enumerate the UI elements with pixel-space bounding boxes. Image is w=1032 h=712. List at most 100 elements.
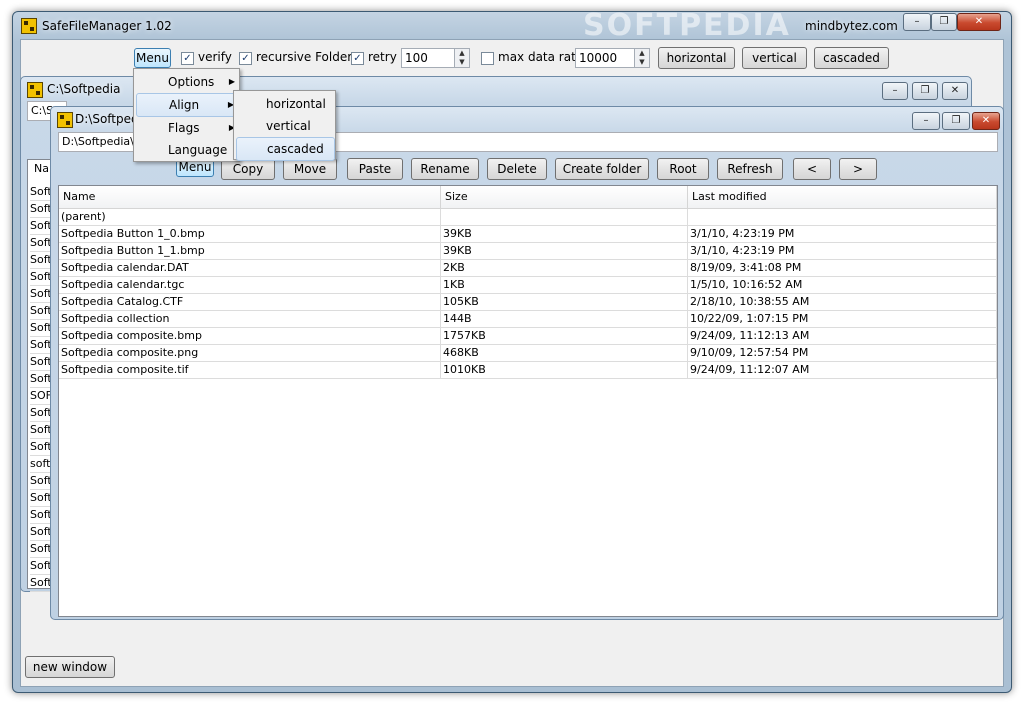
file-modified-cell: 1/5/10, 10:16:52 AM [688,277,997,293]
main-menu-button[interactable]: Menu [134,48,171,68]
retry-checkbox[interactable]: ✓ [351,52,364,65]
new-window-button[interactable]: new window [25,656,115,678]
max-data-rate-label: max data rate [498,50,584,64]
file-row[interactable]: Softpedia Button 1_1.bmp 39KB 3/1/10, 4:23… [59,243,997,260]
file-name-cell: Softpedia Catalog.CTF [59,294,441,310]
recursive-folders-label: recursive Folders [256,50,359,64]
window-c-icon [27,82,43,98]
rename-button[interactable]: Rename [411,158,479,180]
main-menu-items: Options ▶ Align ▶ Flags ▶ Language [136,71,239,161]
file-modified-cell: 10/22/09, 1:07:15 PM [688,311,997,327]
refresh-button[interactable]: Refresh [717,158,783,180]
menu-item-language[interactable]: Language [136,139,239,161]
file-name-cell: Softpedia composite.bmp [59,328,441,344]
menu-item-label: Language [168,143,228,157]
file-name-cell: Softpedia composite.png [59,345,441,361]
minimize-button[interactable]: – [903,13,931,31]
close-button[interactable]: ✕ [957,13,1001,31]
file-modified-cell: 3/1/10, 4:23:19 PM [688,243,997,259]
align-cascaded-button[interactable]: cascaded [814,47,889,69]
file-row[interactable]: Softpedia composite.bmp 1757KB 9/24/09, 11… [59,328,997,345]
menu-item-label: Align [169,98,200,112]
file-name-cell: Softpedia calendar.DAT [59,260,441,276]
maximize-button[interactable]: ❐ [931,13,957,31]
file-name-cell: Softpedia collection [59,311,441,327]
file-row[interactable]: Softpedia calendar.tgc 1KB 1/5/10, 10:16:5… [59,277,997,294]
file-size-cell: 1KB [441,277,688,293]
align-submenu-items: horizontal vertical cascaded [236,93,335,161]
column-header-name[interactable]: Name [59,186,441,208]
softpedia-watermark: SOFTPEDIA [583,8,791,43]
max-data-rate-checkbox[interactable] [481,52,494,65]
retry-label: retry [368,50,397,64]
main-menu-dropdown: Options ▶ Align ▶ Flags ▶ Language [133,68,240,162]
file-row[interactable]: Softpedia collection 144B 10/22/09, 1:07:1… [59,311,997,328]
file-modified-cell: 2/18/10, 10:38:55 AM [688,294,997,310]
recursive-folders-checkbox[interactable]: ✓ [239,52,252,65]
align-horizontal-button[interactable]: horizontal [658,47,735,69]
max-data-rate-input[interactable]: 10000 [575,48,635,68]
file-row[interactable]: Softpedia composite.tif 1010KB 9/24/09, 11… [59,362,997,379]
file-row[interactable]: Softpedia calendar.DAT 2KB 8/19/09, 3:41:0… [59,260,997,277]
website-label: mindbytez.com [805,19,898,33]
file-size-cell: 1010KB [441,362,688,378]
file-size-cell: 468KB [441,345,688,361]
align-submenu-item-cascaded[interactable]: cascaded [236,137,335,161]
file-modified-cell: 9/24/09, 11:12:07 AM [688,362,997,378]
retry-count-input[interactable]: 100 [401,48,455,68]
paste-button[interactable]: Paste [347,158,403,180]
column-header-modified[interactable]: Last modified [688,186,997,208]
file-size-cell: 39KB [441,243,688,259]
file-row[interactable]: (parent) [59,209,997,226]
window-c-title: C:\Softpedia [47,82,121,96]
file-list-header: Name Size Last modified [59,186,997,209]
create-folder-button[interactable]: Create folder [555,158,649,180]
menu-item-align[interactable]: Align ▶ [136,93,239,117]
file-row[interactable]: Softpedia composite.png 468KB 9/10/09, 12:… [59,345,997,362]
align-submenu: horizontal vertical cascaded [233,90,336,161]
file-size-cell: 144B [441,311,688,327]
file-list-rows: (parent) Softpedia Button 1_0.bmp 39KB 3/1/… [59,209,997,379]
move-button[interactable]: Move [283,158,337,180]
file-modified-cell: 3/1/10, 4:23:19 PM [688,226,997,242]
retry-spinner[interactable]: ▲ ▼ [454,48,470,68]
verify-checkbox[interactable]: ✓ [181,52,194,65]
file-size-cell: 1757KB [441,328,688,344]
menu-item-label: Options [168,75,215,89]
app-icon [21,18,37,34]
file-size-cell: 2KB [441,260,688,276]
window-d-icon [57,112,73,128]
menu-item-flags[interactable]: Flags ▶ [136,117,239,139]
max-data-rate-spinner[interactable]: ▲ ▼ [634,48,650,68]
file-name-cell: Softpedia calendar.tgc [59,277,441,293]
window-c-minimize-button[interactable]: – [882,82,908,100]
window-d-maximize-button[interactable]: ❐ [942,112,970,130]
menu-item-options[interactable]: Options ▶ [136,71,239,93]
window-c-maximize-button[interactable]: ❐ [912,82,938,100]
window-c-close-button[interactable]: ✕ [942,82,968,100]
file-name-cell: (parent) [59,209,441,225]
window-d-close-button[interactable]: ✕ [972,112,1000,130]
forward-button[interactable]: > [839,158,877,180]
window-title: SafeFileManager 1.02 [42,19,172,33]
file-modified-cell: 9/10/09, 12:57:54 PM [688,345,997,361]
file-size-cell: 105KB [441,294,688,310]
file-size-cell [441,209,688,225]
file-modified-cell: 9/24/09, 11:12:13 AM [688,328,997,344]
file-modified-cell: 8/19/09, 3:41:08 PM [688,260,997,276]
file-modified-cell [688,209,997,225]
align-submenu-item-horizontal[interactable]: horizontal [236,93,335,115]
window-d-minimize-button[interactable]: – [912,112,940,130]
menu-item-label: Flags [168,121,200,135]
file-row[interactable]: Softpedia Button 1_0.bmp 39KB 3/1/10, 4:23… [59,226,997,243]
file-name-cell: Softpedia composite.tif [59,362,441,378]
root-button[interactable]: Root [657,158,709,180]
delete-button[interactable]: Delete [487,158,547,180]
verify-label: verify [198,50,232,64]
align-vertical-button[interactable]: vertical [742,47,807,69]
child-window-d[interactable]: D:\Softpedia – ❐ ✕ D:\Softpedia\So Menu … [50,106,1004,620]
column-header-size[interactable]: Size [441,186,688,208]
align-submenu-item-vertical[interactable]: vertical [236,115,335,137]
back-button[interactable]: < [793,158,831,180]
file-row[interactable]: Softpedia Catalog.CTF 105KB 2/18/10, 10:38… [59,294,997,311]
